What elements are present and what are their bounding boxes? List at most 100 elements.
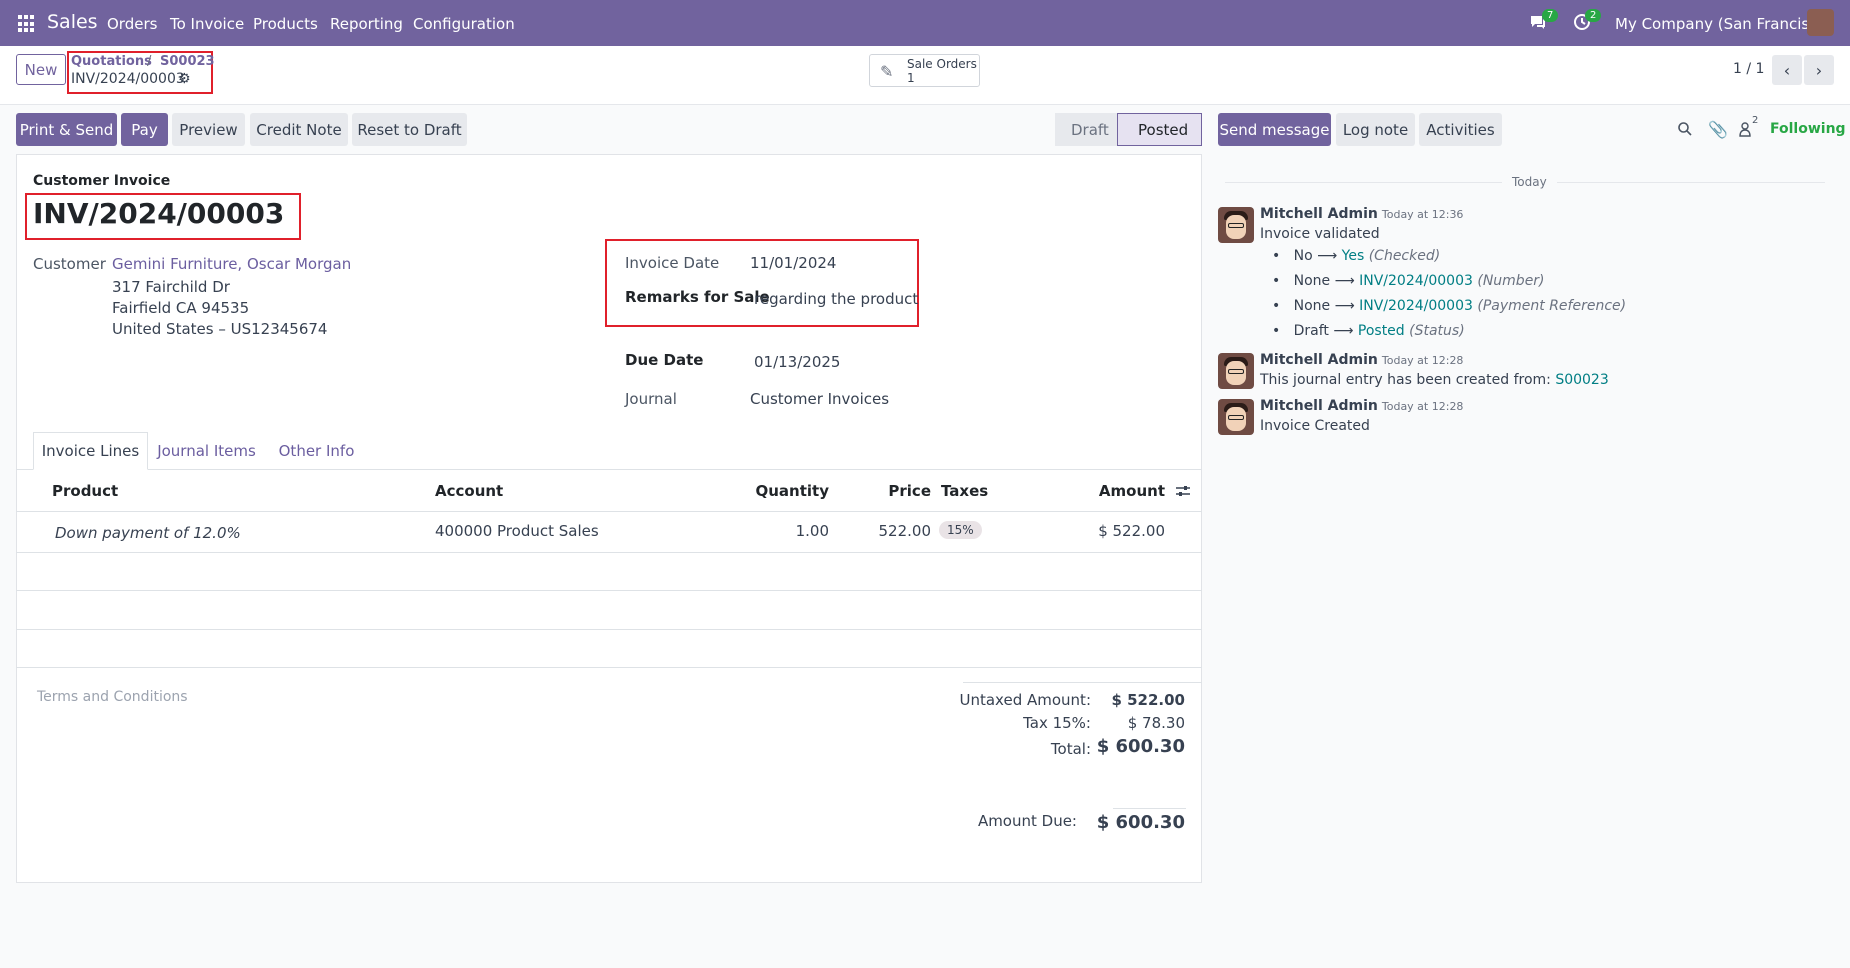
row-price[interactable]: 522.00 (850, 522, 932, 540)
credit-note-button[interactable]: Credit Note (250, 113, 348, 146)
old-value: None (1293, 298, 1331, 314)
message-author: Mitchell Admin Today at 12:28 (1260, 352, 1463, 368)
company-switcher[interactable]: My Company (San Francisco) (1615, 15, 1832, 33)
search-icon[interactable] (1677, 121, 1693, 141)
paperclip-icon[interactable]: 📎 (1708, 120, 1728, 139)
date-separator: Today (1502, 175, 1557, 189)
row-amount: $ 522.00 (1098, 522, 1165, 540)
author-avatar[interactable] (1218, 207, 1254, 243)
column-settings-icon[interactable] (1175, 483, 1191, 502)
table-header-line (16, 511, 1202, 512)
amount-due-divider (1113, 808, 1186, 809)
total-value: $ 600.30 (1096, 736, 1185, 757)
journal-label: Journal (625, 390, 677, 408)
menu-reporting[interactable]: Reporting (330, 15, 403, 33)
author-avatar[interactable] (1218, 399, 1254, 435)
log-note-button[interactable]: Log note (1336, 113, 1415, 146)
row-product[interactable]: Down payment of 12.0% (55, 524, 241, 542)
col-amount[interactable]: Amount (1050, 470, 1165, 511)
pager-previous-icon[interactable]: ‹ (1772, 55, 1802, 85)
breadcrumb-separator: / (147, 54, 152, 69)
record-name: INV/2024/00003 (71, 71, 185, 87)
activities-button[interactable]: Activities (1419, 113, 1502, 146)
row-quantity[interactable]: 1.00 (720, 522, 829, 540)
control-panel: New Quotations / S00023 INV/2024/00003 ⚙… (0, 46, 1850, 105)
due-date-field[interactable]: 01/13/2025 (754, 353, 840, 371)
amount-due-label: Amount Due: (977, 812, 1077, 830)
print-send-button[interactable]: Print & Send (16, 113, 117, 146)
col-price[interactable]: Price (850, 470, 931, 511)
invoice-date-field[interactable]: 11/01/2024 (750, 254, 836, 272)
address-line-1: 317 Fairchild Dr (112, 278, 230, 296)
message-body: Invoice Created (1260, 418, 1370, 434)
due-date-label: Due Date (625, 351, 704, 369)
address-line-3: United States – US12345674 (112, 320, 328, 338)
author-name[interactable]: Mitchell Admin (1260, 398, 1378, 414)
col-taxes[interactable]: Taxes (941, 470, 988, 511)
user-avatar[interactable] (1807, 9, 1834, 36)
menu-configuration[interactable]: Configuration (413, 15, 515, 33)
remarks-field[interactable]: regarding the product (754, 290, 918, 308)
sale-order-link[interactable]: S00023 (1555, 372, 1608, 388)
activities-badge: 2 (1585, 9, 1602, 22)
followers-count: 2 (1752, 115, 1759, 126)
message-author: Mitchell Admin Today at 12:28 (1260, 398, 1463, 414)
journal-field[interactable]: Customer Invoices (750, 390, 889, 408)
author-name[interactable]: Mitchell Admin (1260, 352, 1378, 368)
new-button[interactable]: New (16, 54, 66, 85)
author-avatar[interactable] (1218, 353, 1254, 389)
breadcrumb-s00023[interactable]: S00023 (160, 54, 215, 69)
status-draft[interactable]: Draft (1055, 113, 1117, 146)
tracking-change: • Draft ⟶ Posted (Status) (1272, 323, 1465, 339)
tracking-change: • None ⟶ INV/2024/00003 (Number) (1272, 273, 1545, 289)
col-product[interactable]: Product (52, 470, 118, 511)
preview-button[interactable]: Preview (172, 113, 245, 146)
menu-to-invoice[interactable]: To Invoice (170, 15, 244, 33)
field-name: (Status) (1409, 323, 1465, 339)
author-name[interactable]: Mitchell Admin (1260, 206, 1378, 222)
date-remarks-highlight (605, 239, 919, 327)
field-name: (Checked) (1368, 248, 1441, 264)
breadcrumb-quotations[interactable]: Quotations (71, 54, 152, 69)
invoice-number: INV/2024/00003 (33, 197, 285, 230)
status-posted[interactable]: Posted (1117, 113, 1202, 146)
invoice-type-label: Customer Invoice (33, 173, 171, 189)
new-value: INV/2024/00003 (1359, 298, 1473, 314)
col-quantity[interactable]: Quantity (720, 470, 830, 511)
pay-button[interactable]: Pay (121, 113, 168, 146)
app-brand[interactable]: Sales (47, 11, 98, 33)
old-value: Draft (1293, 323, 1329, 339)
col-account[interactable]: Account (435, 470, 503, 511)
menu-products[interactable]: Products (253, 15, 318, 33)
tab-invoice-lines[interactable]: Invoice Lines (33, 432, 148, 470)
terms-conditions-field[interactable]: Terms and Conditions (37, 689, 188, 705)
tab-other-info[interactable]: Other Info (272, 432, 361, 470)
tracking-change: • None ⟶ INV/2024/00003 (Payment Referen… (1272, 298, 1627, 314)
tab-journal-items[interactable]: Journal Items (152, 432, 261, 470)
send-message-button[interactable]: Send message (1218, 113, 1331, 146)
invoice-date-label: Invoice Date (625, 254, 720, 272)
pager-value[interactable]: 1 / 1 (1733, 61, 1764, 77)
new-value: INV/2024/00003 (1359, 273, 1473, 289)
untaxed-value: $ 522.00 (1111, 691, 1185, 709)
address-line-2: Fairfield CA 94535 (112, 299, 250, 317)
tax-badge[interactable]: 15% (939, 521, 982, 539)
row-line (16, 552, 1202, 553)
sale-orders-smart-button[interactable]: ✎ Sale Orders 1 (869, 54, 980, 87)
message-time: Today at 12:28 (1381, 400, 1464, 413)
apps-grid-icon[interactable] (18, 15, 36, 33)
pager-next-icon[interactable]: › (1804, 55, 1834, 85)
row-account[interactable]: 400000 Product Sales (435, 522, 599, 540)
remarks-label: Remarks for Sale (625, 288, 770, 306)
customer-label: Customer (33, 255, 106, 273)
menu-orders[interactable]: Orders (107, 15, 157, 33)
customer-name-link[interactable]: Gemini Furniture, Oscar Morgan (112, 255, 351, 273)
reset-to-draft-button[interactable]: Reset to Draft (352, 113, 467, 146)
gear-icon[interactable]: ⚙ (178, 71, 191, 87)
row-line (16, 629, 1202, 630)
status-bar: Draft Posted (1055, 113, 1202, 146)
followers-icon[interactable] (1738, 121, 1752, 141)
message-body: Invoice validated (1260, 226, 1380, 242)
message-text: This journal entry has been created from… (1260, 372, 1551, 388)
following-button[interactable]: Following (1770, 121, 1846, 137)
